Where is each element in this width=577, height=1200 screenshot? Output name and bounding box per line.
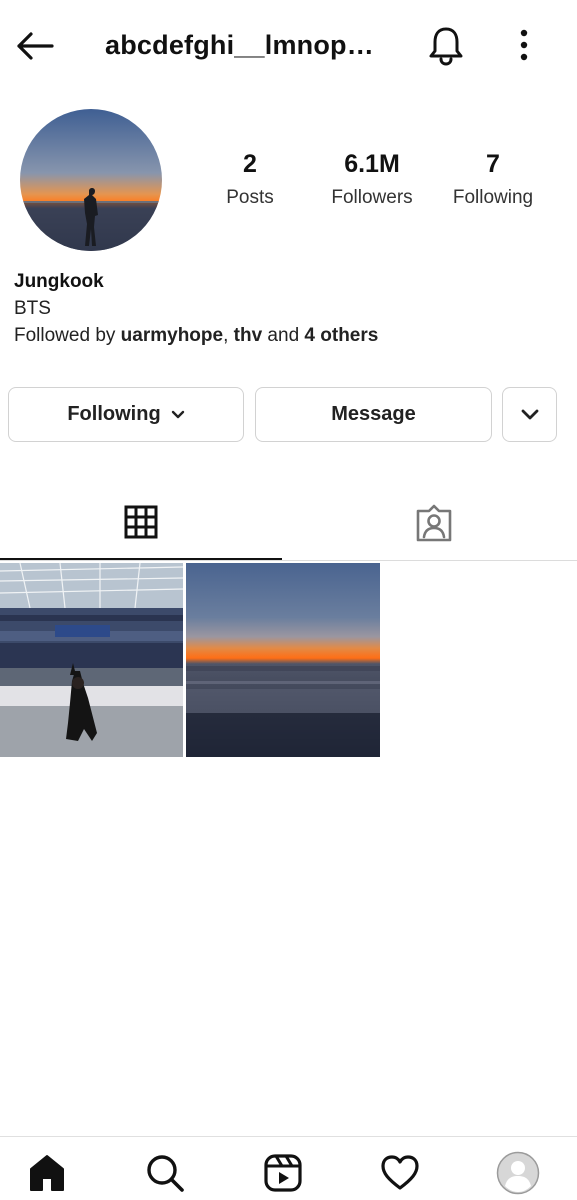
- tab-posts-grid[interactable]: [0, 485, 282, 560]
- followed-user-2[interactable]: thv: [234, 325, 263, 346]
- tagged-person-icon: [416, 504, 451, 541]
- followed-separator: ,: [223, 325, 234, 346]
- profile-avatar-icon: [496, 1151, 540, 1195]
- post-thumbnail[interactable]: [0, 563, 183, 757]
- followed-user-1[interactable]: uarmyhope: [121, 325, 223, 346]
- followed-by-prefix: Followed by: [14, 325, 121, 346]
- search-icon: [147, 1155, 184, 1192]
- profile-display-name: Jungkook: [14, 271, 104, 292]
- heart-icon: [381, 1155, 419, 1190]
- stadium-photo: [0, 563, 183, 757]
- nav-search[interactable]: [143, 1151, 187, 1195]
- notifications-button[interactable]: [424, 22, 468, 68]
- posts-stat[interactable]: 2 Posts: [210, 150, 290, 209]
- grid-icon: [124, 505, 158, 538]
- nav-activity[interactable]: [378, 1151, 422, 1195]
- profile-tabs: [0, 485, 577, 561]
- followed-others[interactable]: 4 others: [304, 325, 378, 346]
- tab-tagged[interactable]: [290, 485, 577, 560]
- more-vertical-icon: [520, 29, 528, 61]
- profile-bio: Jungkook BTS Followed by uarmyhope, thv …: [14, 268, 554, 349]
- followers-stat[interactable]: 6.1M Followers: [322, 150, 422, 209]
- more-options-button[interactable]: [506, 22, 542, 68]
- top-bar: abcdefghi__lmnopqr...: [0, 0, 577, 92]
- home-icon: [30, 1155, 64, 1191]
- followers-label: Followers: [331, 187, 413, 208]
- followers-count: 6.1M: [344, 150, 400, 178]
- post-thumbnail[interactable]: [186, 563, 380, 757]
- posts-label: Posts: [226, 187, 274, 208]
- bottom-navigation: [0, 1136, 577, 1200]
- following-count: 7: [486, 150, 500, 178]
- arrow-left-icon: [17, 32, 54, 60]
- suggested-accounts-button[interactable]: [502, 387, 557, 442]
- followed-by-line[interactable]: Followed by uarmyhope, thv and 4 others: [14, 322, 554, 349]
- message-button[interactable]: Message: [255, 387, 492, 442]
- chevron-down-icon: [521, 409, 538, 419]
- reels-icon: [264, 1154, 302, 1192]
- posts-count: 2: [243, 150, 257, 178]
- followed-and: and: [262, 325, 305, 346]
- following-button[interactable]: Following: [8, 387, 244, 442]
- beach-sunset-photo: [186, 563, 380, 757]
- nav-profile[interactable]: [496, 1151, 540, 1195]
- message-button-label: Message: [331, 403, 416, 425]
- following-stat[interactable]: 7 Following: [443, 150, 543, 209]
- nav-reels[interactable]: [261, 1151, 305, 1195]
- profile-avatar[interactable]: [20, 109, 162, 251]
- nav-home[interactable]: [25, 1151, 69, 1195]
- chevron-down-icon: [171, 410, 184, 418]
- bell-icon: [429, 27, 463, 66]
- following-label: Following: [452, 187, 534, 208]
- following-button-label: Following: [67, 403, 161, 425]
- profile-category: BTS: [14, 298, 51, 319]
- back-button[interactable]: [10, 26, 58, 66]
- profile-username: abcdefghi__lmnopqr...: [105, 30, 380, 60]
